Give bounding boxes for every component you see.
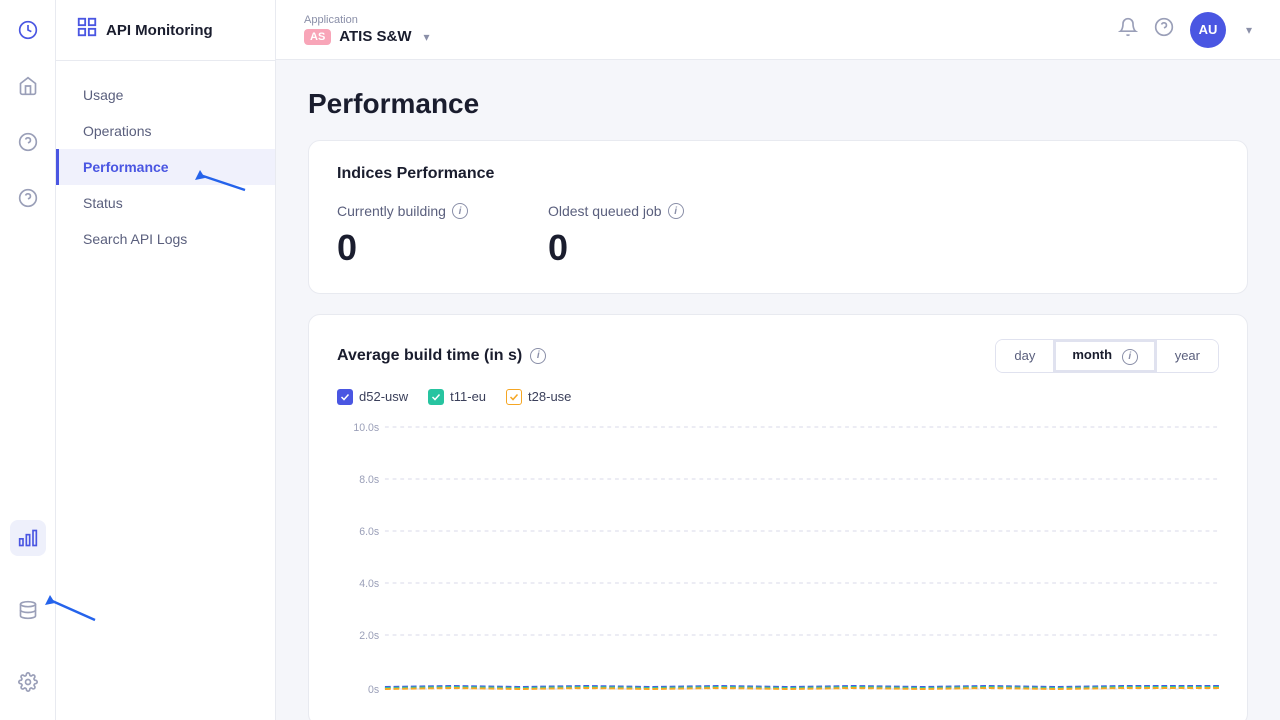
page-title: Performance: [308, 88, 1248, 120]
notification-icon[interactable]: [1118, 17, 1138, 42]
sidebar-item-usage[interactable]: Usage: [56, 77, 275, 113]
rail-db-icon[interactable]: [10, 592, 46, 628]
svg-text:6.0s: 6.0s: [359, 525, 379, 537]
rail-gear-icon[interactable]: [10, 664, 46, 700]
rail-help1-icon[interactable]: [10, 124, 46, 160]
header-actions: AU ▾: [1118, 12, 1252, 48]
rail-home-icon[interactable]: [10, 68, 46, 104]
svg-text:0s: 0s: [368, 683, 379, 695]
month-info-icon[interactable]: i: [1122, 349, 1138, 365]
indices-performance-card: Indices Performance Currently building i…: [308, 140, 1248, 294]
app-name: ATIS S&W: [339, 28, 411, 45]
svg-text:10.0s: 10.0s: [353, 421, 379, 433]
metric-oldest-queued-label: Oldest queued job i: [548, 203, 684, 219]
help-icon[interactable]: [1154, 17, 1174, 42]
icon-rail: [0, 0, 56, 720]
chart-area: 10.0s 8.0s 6.0s 4.0s 2.0s 0s: [337, 421, 1219, 701]
legend-t11-eu: t11-eu: [428, 389, 486, 405]
time-period-toggle: day month i year: [995, 339, 1219, 373]
time-btn-day[interactable]: day: [996, 340, 1054, 372]
metric-oldest-queued-job: Oldest queued job i 0: [548, 203, 684, 269]
legend-checkbox-t28-use: [506, 389, 522, 405]
sidebar-header: API Monitoring: [56, 0, 275, 61]
main-content: Application AS ATIS S&W ▾ AU ▾ Performan…: [276, 0, 1280, 720]
chart-title: Average build time (in s) i: [337, 347, 546, 365]
rail-help2-icon[interactable]: [10, 180, 46, 216]
sidebar-item-status[interactable]: Status: [56, 185, 275, 221]
metric-currently-building: Currently building i 0: [337, 203, 468, 269]
application-label: Application: [304, 14, 430, 26]
user-avatar[interactable]: AU: [1190, 12, 1226, 48]
sidebar-nav: Usage Operations Performance Status Sear…: [56, 61, 275, 273]
indices-card-title: Indices Performance: [337, 165, 1219, 183]
legend-t28-use: t28-use: [506, 389, 571, 405]
user-menu-chevron-icon[interactable]: ▾: [1246, 23, 1252, 37]
sidebar-item-operations[interactable]: Operations: [56, 113, 275, 149]
app-selector[interactable]: Application AS ATIS S&W ▾: [304, 14, 430, 45]
build-time-card: Average build time (in s) i day month i …: [308, 314, 1248, 720]
legend-d52-usw: d52-usw: [337, 389, 408, 405]
build-time-info-icon[interactable]: i: [530, 348, 546, 364]
currently-building-info-icon[interactable]: i: [452, 203, 468, 219]
sidebar-item-performance[interactable]: Performance: [56, 149, 275, 185]
app-name-row: AS ATIS S&W ▾: [304, 28, 430, 45]
sidebar-item-search-api-logs[interactable]: Search API Logs: [56, 221, 275, 257]
logo-icon: [76, 16, 98, 44]
legend-checkbox-d52-usw: [337, 389, 353, 405]
top-header: Application AS ATIS S&W ▾ AU ▾: [276, 0, 1280, 60]
svg-text:4.0s: 4.0s: [359, 577, 379, 589]
app-badge: AS: [304, 29, 331, 45]
indices-metrics-grid: Currently building i 0 Oldest queued job…: [337, 203, 1219, 269]
svg-text:2.0s: 2.0s: [359, 629, 379, 641]
chart-header: Average build time (in s) i day month i …: [337, 339, 1219, 373]
metric-currently-building-label: Currently building i: [337, 203, 468, 219]
sidebar: API Monitoring Usage Operations Performa…: [56, 0, 276, 720]
metric-currently-building-value: 0: [337, 227, 357, 269]
time-btn-month[interactable]: month i: [1054, 340, 1156, 372]
rail-clock-icon[interactable]: [10, 12, 46, 48]
chart-svg: 10.0s 8.0s 6.0s 4.0s 2.0s 0s: [337, 421, 1219, 701]
time-btn-year[interactable]: year: [1157, 340, 1218, 372]
rail-chart-icon[interactable]: [10, 520, 46, 556]
sidebar-app-title: API Monitoring: [106, 22, 213, 39]
svg-text:8.0s: 8.0s: [359, 473, 379, 485]
metric-oldest-queued-value: 0: [548, 227, 568, 269]
oldest-queued-info-icon[interactable]: i: [668, 203, 684, 219]
page-content: Performance Indices Performance Currentl…: [276, 60, 1280, 720]
chart-legend: d52-usw t11-eu t28-use: [337, 389, 1219, 405]
legend-checkbox-t11-eu: [428, 389, 444, 405]
chevron-down-icon: ▾: [424, 30, 430, 44]
